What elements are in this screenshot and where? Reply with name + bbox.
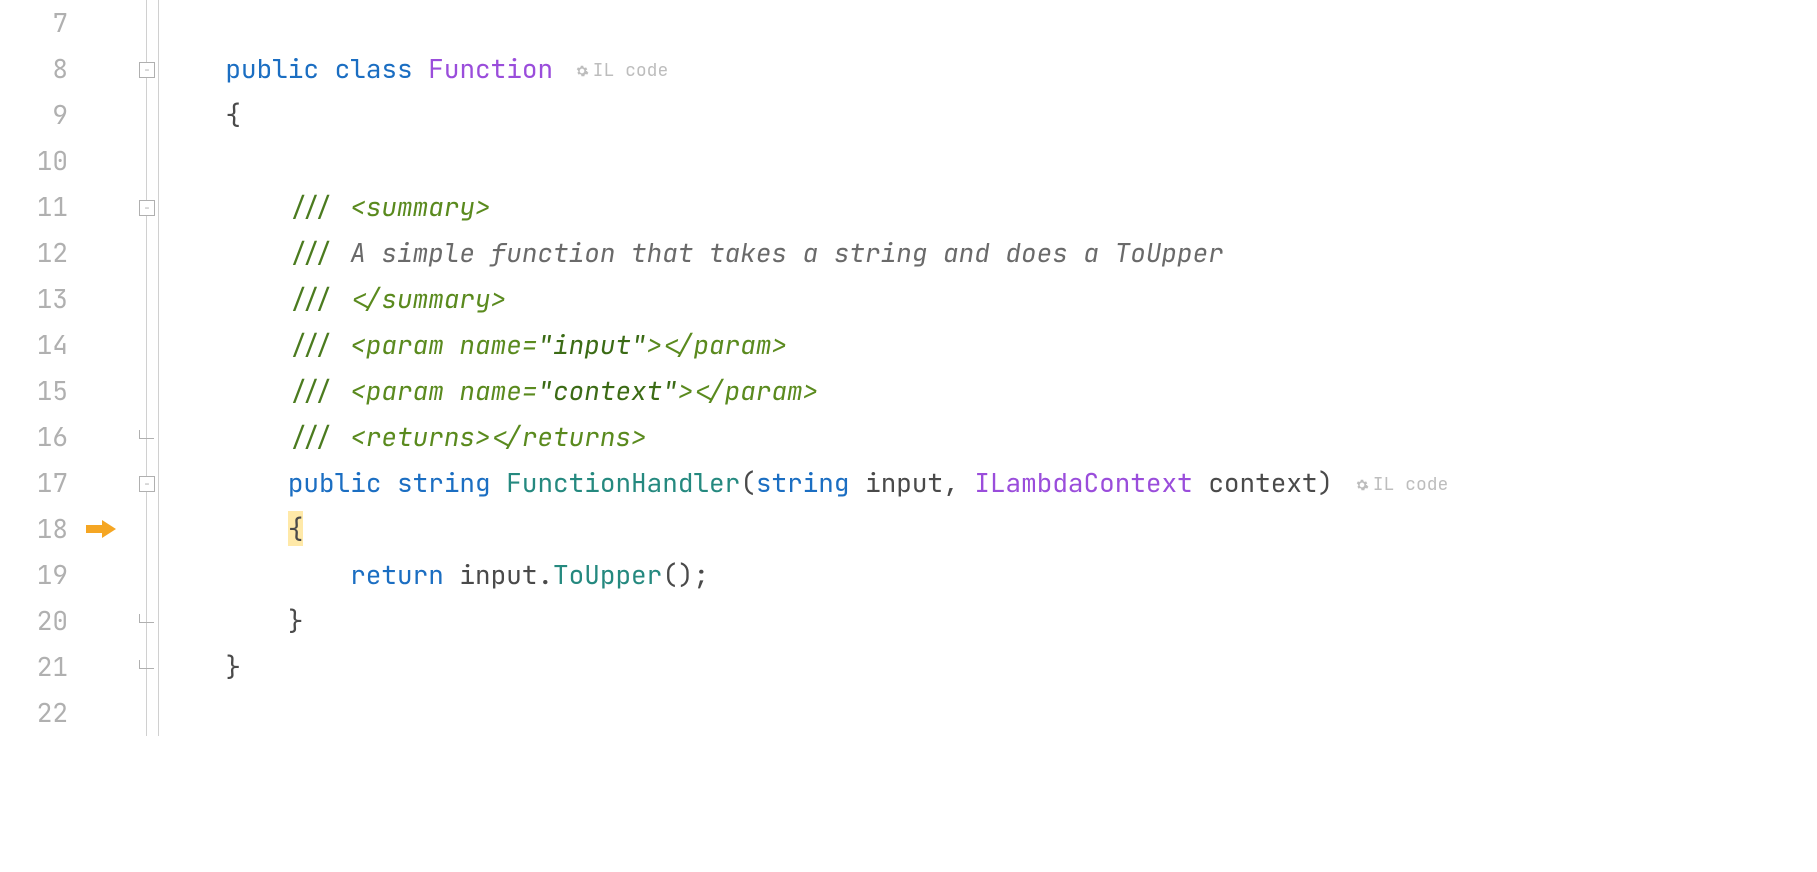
- code-line[interactable]: public string FunctionHandler(string inp…: [163, 460, 1817, 506]
- line-number: 22: [0, 690, 68, 736]
- il-code-inlay[interactable]: IL code: [553, 59, 668, 82]
- line-number: 9: [0, 92, 68, 138]
- fold-toggle-icon[interactable]: −: [139, 200, 155, 216]
- code-line[interactable]: [163, 0, 1817, 46]
- fold-toggle-icon[interactable]: −: [139, 476, 155, 492]
- line-number: 16: [0, 414, 68, 460]
- code-line[interactable]: /// <returns></returns>: [163, 414, 1817, 460]
- code-line[interactable]: }: [163, 644, 1817, 690]
- fold-column[interactable]: − − −: [134, 0, 159, 736]
- code-line[interactable]: /// A simple function that takes a strin…: [163, 230, 1817, 276]
- code-line[interactable]: [163, 690, 1817, 736]
- code-line[interactable]: /// <param name="input"></param>: [163, 322, 1817, 368]
- fold-end-icon: [139, 430, 154, 439]
- code-line[interactable]: {: [163, 92, 1817, 138]
- code-line[interactable]: }: [163, 598, 1817, 644]
- code-area[interactable]: public class Function IL code { /// <sum…: [159, 0, 1817, 736]
- fold-toggle-icon[interactable]: −: [139, 62, 155, 78]
- line-number: 13: [0, 276, 68, 322]
- line-number: 15: [0, 368, 68, 414]
- fold-end-icon: [139, 614, 154, 623]
- code-line[interactable]: public class Function IL code: [163, 46, 1817, 92]
- gutter: 78910111213141516171819202122: [0, 0, 74, 736]
- line-number: 20: [0, 598, 68, 644]
- code-line[interactable]: [163, 138, 1817, 184]
- il-code-inlay[interactable]: IL code: [1333, 473, 1448, 496]
- line-number: 11: [0, 184, 68, 230]
- line-number: 14: [0, 322, 68, 368]
- line-number: 8: [0, 46, 68, 92]
- code-line[interactable]: {: [163, 506, 1817, 552]
- line-number: 17: [0, 460, 68, 506]
- line-number: 19: [0, 552, 68, 598]
- fold-end-icon: [139, 660, 154, 669]
- code-line[interactable]: /// <param name="context"></param>: [163, 368, 1817, 414]
- line-number: 7: [0, 0, 68, 46]
- line-number: 21: [0, 644, 68, 690]
- line-number: 10: [0, 138, 68, 184]
- code-line[interactable]: return input.ToUpper();: [163, 552, 1817, 598]
- exec-arrow-col: [74, 0, 134, 736]
- code-editor[interactable]: 78910111213141516171819202122 − − − public…: [0, 0, 1817, 736]
- execution-pointer-icon: [86, 506, 120, 552]
- line-number: 12: [0, 230, 68, 276]
- line-number: 18: [0, 506, 68, 552]
- code-line[interactable]: /// </summary>: [163, 276, 1817, 322]
- code-line[interactable]: /// <summary>: [163, 184, 1817, 230]
